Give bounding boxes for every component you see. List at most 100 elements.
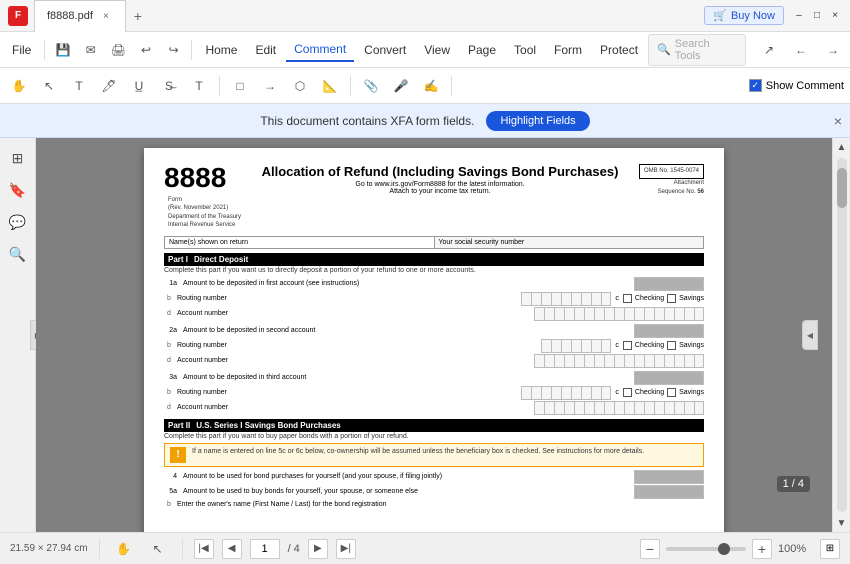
checking-checkbox-3[interactable] [623, 388, 632, 397]
a-cell[interactable] [554, 307, 564, 321]
a-cell[interactable] [584, 307, 594, 321]
menu-convert[interactable]: Convert [356, 39, 414, 61]
r-cell[interactable] [581, 292, 591, 306]
routing-cells-1[interactable] [521, 292, 611, 306]
zoom-slider[interactable] [666, 547, 746, 551]
r-cell[interactable] [541, 339, 551, 353]
a-cell[interactable] [564, 307, 574, 321]
menu-form[interactable]: Form [546, 39, 590, 61]
hand-tool-icon[interactable]: ✋ [6, 73, 32, 99]
menu-edit[interactable]: Edit [247, 39, 284, 61]
show-comment-checkbox[interactable]: ✓ [749, 79, 762, 92]
routing-cells-3[interactable] [521, 386, 611, 400]
a-cell[interactable] [634, 307, 644, 321]
zoom-slider-thumb[interactable] [718, 543, 730, 555]
zoom-out-button[interactable]: − [640, 539, 660, 559]
toolbar-undo-icon[interactable]: ↩ [133, 37, 159, 63]
a-cell[interactable] [674, 307, 684, 321]
a-cell[interactable] [684, 307, 694, 321]
a-cell[interactable] [574, 307, 584, 321]
a-cell[interactable] [654, 307, 664, 321]
signature-icon[interactable]: ✍ [418, 73, 444, 99]
account-cells-1[interactable] [534, 307, 704, 321]
checking-checkbox-1[interactable] [623, 294, 632, 303]
sidebar-comment-icon[interactable]: 💬 [6, 210, 30, 234]
amount-3a-field[interactable] [634, 371, 704, 385]
share-icon[interactable]: ↗ [756, 37, 782, 63]
r-cell[interactable] [601, 292, 611, 306]
toolbar-save-icon[interactable]: 💾 [50, 37, 76, 63]
forward-icon[interactable]: → [820, 37, 846, 63]
a-cell[interactable] [534, 307, 544, 321]
savings-checkbox-3[interactable] [667, 388, 676, 397]
buy-now-button[interactable]: 🛒 Buy Now [704, 6, 784, 25]
last-page-button[interactable]: ▶| [336, 539, 356, 559]
toolbar-print-icon[interactable]: 🖨 [106, 37, 132, 63]
page-number-input[interactable] [250, 539, 280, 559]
scroll-up-button[interactable]: ▲ [833, 138, 850, 156]
a-cell[interactable] [624, 307, 634, 321]
select-tool-icon[interactable]: ↖ [36, 73, 62, 99]
audio-icon[interactable]: 🎤 [388, 73, 414, 99]
amount-4-field[interactable] [634, 470, 704, 484]
a-cell[interactable] [614, 307, 624, 321]
a-cell[interactable] [604, 307, 614, 321]
menu-view[interactable]: View [416, 39, 458, 61]
highlight-icon[interactable]: 🖊 [96, 73, 122, 99]
r-cell[interactable] [601, 339, 611, 353]
strikethrough-icon[interactable]: S̶ [156, 73, 182, 99]
amount-2a-field[interactable] [634, 324, 704, 338]
zoom-in-button[interactable]: + [752, 539, 772, 559]
markup-icon[interactable]: T [66, 73, 92, 99]
underline-icon[interactable]: U̲ [126, 73, 152, 99]
attach-icon[interactable]: 📎 [358, 73, 384, 99]
r-cell[interactable] [521, 292, 531, 306]
back-icon[interactable]: ← [788, 37, 814, 63]
text-comment-icon[interactable]: T [186, 73, 212, 99]
checking-checkbox-2[interactable] [623, 341, 632, 350]
sidebar-thumbnail-icon[interactable]: ⊞ [6, 146, 30, 170]
r-cell[interactable] [571, 292, 581, 306]
r-cell[interactable] [551, 292, 561, 306]
r-cell[interactable] [561, 292, 571, 306]
right-panel-expand-button[interactable]: ◀ [802, 320, 818, 350]
menu-comment[interactable]: Comment [286, 38, 354, 62]
stamp-icon[interactable]: ⬡ [287, 73, 313, 99]
account-cells-2[interactable] [534, 354, 704, 368]
pdf-tab[interactable]: f8888.pdf × [34, 0, 126, 32]
a-cell[interactable] [544, 307, 554, 321]
hand-bottom-icon[interactable]: ✋ [111, 536, 137, 562]
r-cell[interactable] [541, 292, 551, 306]
close-window-button[interactable]: × [828, 9, 842, 23]
scroll-thumb[interactable] [837, 168, 847, 208]
next-page-button[interactable]: ▶ [308, 539, 328, 559]
scroll-down-button[interactable]: ▼ [833, 514, 850, 532]
maximize-button[interactable]: □ [810, 9, 824, 23]
prev-page-button[interactable]: ◀ [222, 539, 242, 559]
menu-tool[interactable]: Tool [506, 39, 544, 61]
account-cells-3[interactable] [534, 401, 704, 415]
arrow-icon[interactable]: → [257, 73, 283, 99]
r-cell[interactable] [571, 339, 581, 353]
toolbar-redo-icon[interactable]: ↪ [161, 37, 187, 63]
menu-page[interactable]: Page [460, 39, 504, 61]
menu-file[interactable]: File [4, 39, 39, 61]
fit-page-button[interactable]: ⊞ [820, 539, 840, 559]
amount-5a-field[interactable] [634, 485, 704, 499]
r-cell[interactable] [591, 292, 601, 306]
minimize-button[interactable]: – [792, 9, 806, 23]
sidebar-bookmark-icon[interactable]: 🔖 [6, 178, 30, 202]
a-cell[interactable] [694, 307, 704, 321]
scroll-track[interactable] [837, 158, 847, 512]
savings-checkbox-1[interactable] [667, 294, 676, 303]
r-cell[interactable] [581, 339, 591, 353]
amount-1a-field[interactable] [634, 277, 704, 291]
a-cell[interactable] [664, 307, 674, 321]
menu-home[interactable]: Home [197, 39, 245, 61]
tab-close-button[interactable]: × [99, 9, 113, 23]
search-tools-input[interactable]: 🔍 Search Tools [648, 34, 746, 66]
r-cell[interactable] [531, 292, 541, 306]
notification-close-button[interactable]: × [834, 113, 842, 129]
measure-icon[interactable]: 📐 [317, 73, 343, 99]
a-cell[interactable] [644, 307, 654, 321]
